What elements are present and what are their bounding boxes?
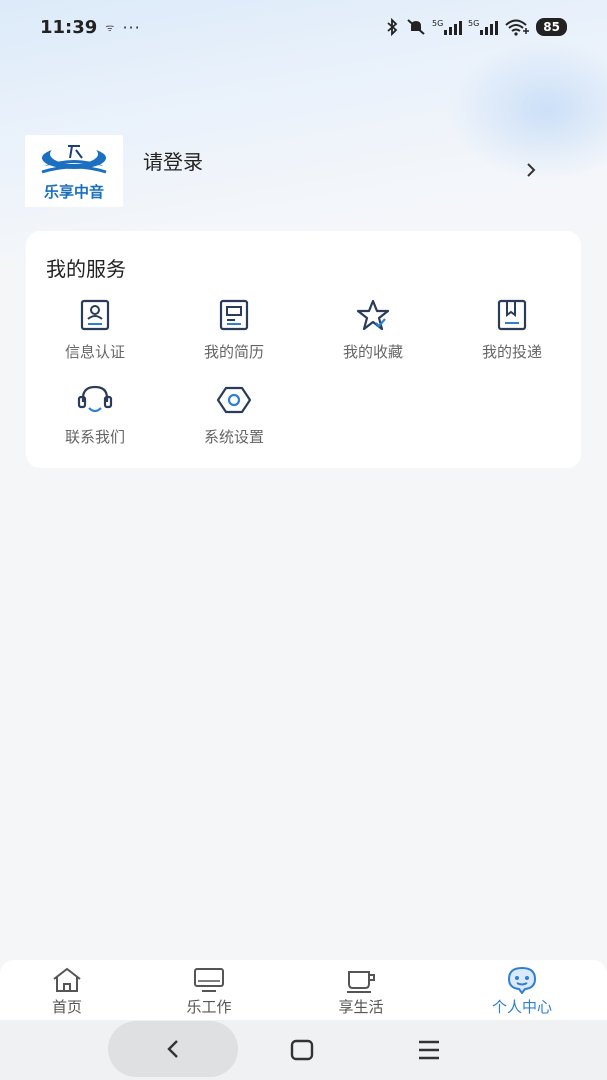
bluetooth-icon: [387, 18, 398, 36]
service-contact-us[interactable]: 联系我们: [45, 384, 145, 454]
tab-personal-center[interactable]: 个人中心: [467, 966, 577, 1022]
service-label: 我的简历: [203, 343, 264, 361]
service-my-resume[interactable]: 我的简历: [184, 299, 284, 369]
headset-icon: [77, 385, 113, 413]
home-button[interactable]: [280, 1028, 324, 1072]
network-type-1: 5G: [432, 19, 443, 28]
more-notifications-icon: ···: [122, 17, 141, 37]
mute-icon: [407, 19, 425, 35]
star-icon: [356, 299, 390, 331]
service-label: 系统设置: [203, 428, 264, 446]
logo-text: 乐享中音: [43, 183, 104, 201]
service-my-favorites[interactable]: 我的收藏: [323, 299, 423, 369]
square-home-icon: [290, 1039, 314, 1061]
cellular-signal-1-icon: 5G: [432, 19, 463, 35]
status-left: 11:39 ᯤ ···: [40, 17, 141, 38]
app-logo: 乐享中音: [25, 135, 123, 207]
system-navigation-bar: [0, 1020, 607, 1080]
tab-work[interactable]: 乐工作: [154, 966, 264, 1022]
service-label: 信息认证: [64, 343, 125, 361]
service-label: 联系我们: [64, 428, 125, 446]
bottom-tab-bar: 首页 乐工作 享生活 个人中心: [0, 960, 607, 1022]
chat-face-icon: [507, 966, 537, 994]
service-my-applications[interactable]: 我的投递: [462, 299, 562, 369]
service-system-settings[interactable]: 系统设置: [184, 384, 284, 454]
menu-icon: [419, 1040, 439, 1060]
recent-apps-button[interactable]: [407, 1028, 451, 1072]
wifi-icon: [505, 19, 530, 36]
profile-login-row[interactable]: 乐享中音 请登录: [25, 134, 585, 208]
services-card: 我的服务 信息认证 我的简历 我的收藏 我的投递 联系我们 系统设置: [26, 231, 581, 468]
tab-life[interactable]: 享生活: [306, 966, 416, 1022]
login-prompt[interactable]: 请登录: [143, 146, 203, 175]
cup-icon: [347, 971, 375, 993]
chevron-right-icon[interactable]: [525, 160, 537, 180]
monitor-icon: [194, 968, 224, 992]
tab-label: 乐工作: [186, 998, 232, 1016]
service-label: 我的投递: [481, 343, 542, 361]
logo-emblem-icon: [41, 144, 107, 174]
tab-home[interactable]: 首页: [12, 966, 122, 1022]
network-type-2: 5G: [468, 19, 479, 28]
services-title: 我的服务: [46, 257, 126, 281]
settings-icon: [216, 386, 252, 414]
resume-icon: [219, 299, 249, 331]
signal-small-icon: ᯤ: [105, 23, 115, 34]
tab-label: 享生活: [338, 998, 384, 1016]
service-info-verification[interactable]: 信息认证: [45, 299, 145, 369]
delivery-icon: [497, 299, 527, 331]
tab-label: 个人中心: [491, 998, 552, 1016]
battery-indicator: 85: [536, 18, 567, 36]
cellular-signal-2-icon: 5G: [468, 19, 499, 35]
id-card-icon: [80, 299, 110, 331]
status-right: 5G 5G 85: [384, 18, 567, 36]
service-label: 我的收藏: [342, 343, 403, 361]
status-time: 11:39: [40, 16, 98, 38]
home-icon: [53, 967, 81, 992]
back-icon: [167, 1040, 178, 1058]
tab-label: 首页: [51, 998, 82, 1016]
back-button[interactable]: [108, 1021, 238, 1077]
status-bar: 11:39 ᯤ ··· 5G 5G 85: [0, 0, 607, 54]
